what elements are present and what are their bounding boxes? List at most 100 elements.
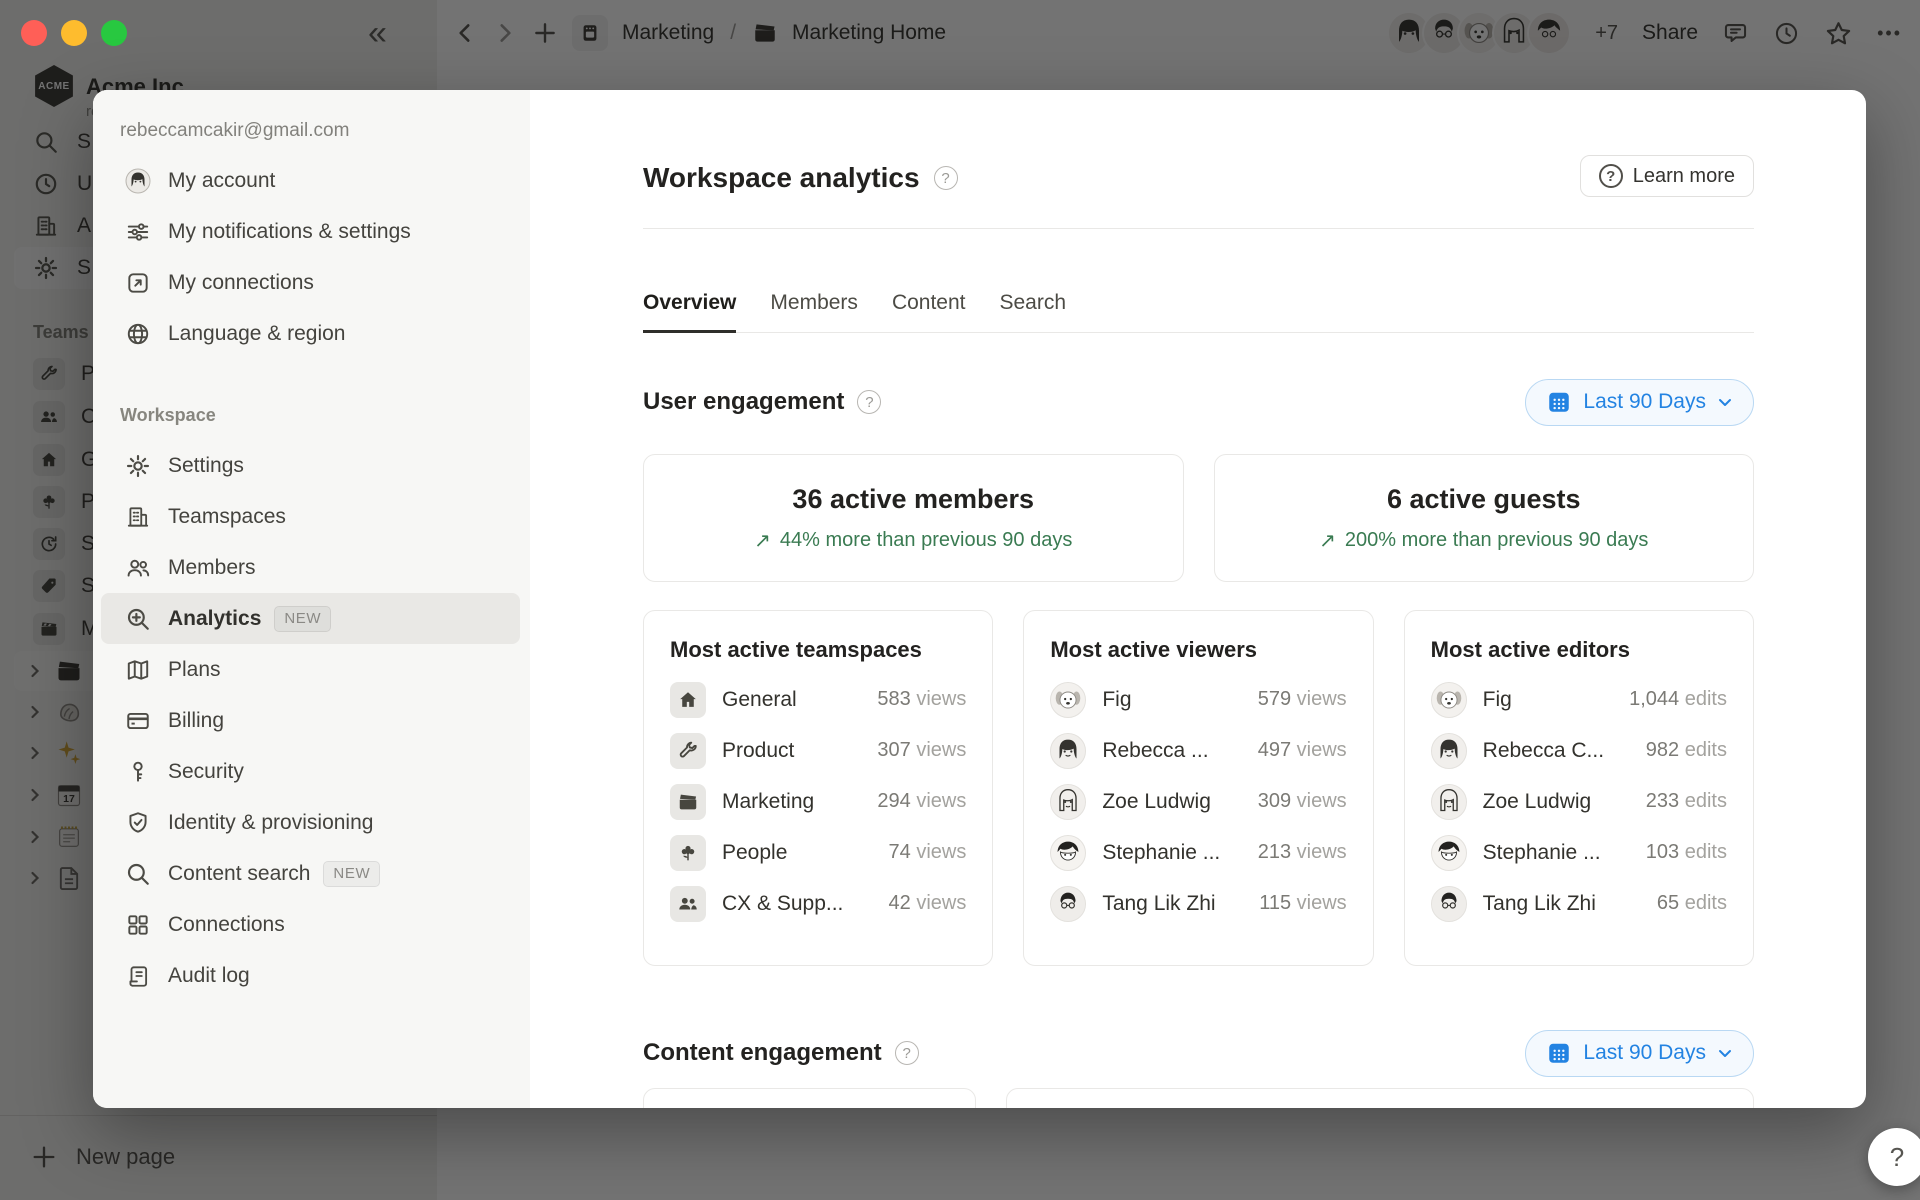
help-circle-icon[interactable]: ? <box>857 390 881 414</box>
gear-icon <box>125 453 151 479</box>
most-active-teamspaces-card: Most active teamspaces General 583 views… <box>643 610 993 966</box>
settings-item-language-region[interactable]: Language & region <box>101 308 520 359</box>
settings-item-analytics[interactable]: Analytics NEW <box>101 593 520 644</box>
building-icon <box>125 504 151 530</box>
avatar-woman-long-hair <box>1050 784 1086 820</box>
section-title: User engagement <box>643 388 844 416</box>
help-button[interactable]: ? <box>1868 1128 1920 1186</box>
settings-item-content-search[interactable]: Content search NEW <box>101 848 520 899</box>
clapperboard-icon <box>670 784 706 820</box>
tab-content[interactable]: Content <box>892 276 966 333</box>
list-item[interactable]: Zoe Ludwig 233 edits <box>1431 776 1727 827</box>
settings-item-audit-log[interactable]: Audit log <box>101 950 520 1001</box>
settings-item-settings[interactable]: Settings <box>101 440 520 491</box>
account-email: rebeccamcakir@gmail.com <box>120 120 349 142</box>
user-engagement-header: User engagement ? Last 90 Days <box>643 377 1754 427</box>
settings-item-members[interactable]: Members <box>101 542 520 593</box>
list-item[interactable]: General 583 views <box>670 674 966 725</box>
zoom-window-button[interactable] <box>101 20 127 46</box>
active-guests-value: 6 active guests <box>1387 484 1581 515</box>
settings-item-identity-provisioning[interactable]: Identity & provisioning <box>101 797 520 848</box>
settings-item-my-account[interactable]: My account <box>101 155 520 206</box>
avatar-woman <box>1431 733 1467 769</box>
list-item[interactable]: Tang Lik Zhi 65 edits <box>1431 878 1727 929</box>
learn-more-button[interactable]: ? Learn more <box>1580 155 1754 197</box>
page-title-row: Workspace analytics ? <box>643 162 958 194</box>
wrench-icon <box>670 733 706 769</box>
list-item[interactable]: Stephanie ... 213 views <box>1050 827 1346 878</box>
tab-overview[interactable]: Overview <box>643 276 736 333</box>
date-range-label: Last 90 Days <box>1583 1041 1706 1065</box>
list-item[interactable]: Product 307 views <box>670 725 966 776</box>
screen: ACME Acme Inc re S U A S Teams P C <box>0 0 1920 1200</box>
settings-item-plans[interactable]: Plans <box>101 644 520 695</box>
help-circle-icon: ? <box>1599 164 1623 188</box>
list-item[interactable]: Rebecca ... 497 views <box>1050 725 1346 776</box>
trend-up-icon: ↗ <box>1319 528 1336 553</box>
most-active-viewers-card: Most active viewers Fig 579 views Rebecc… <box>1023 610 1373 966</box>
user-avatar-icon <box>125 168 151 194</box>
settings-item-notifications[interactable]: My notifications & settings <box>101 206 520 257</box>
avatar-dog <box>1050 682 1086 718</box>
shield-check-icon <box>125 810 151 836</box>
list-item[interactable]: Tang Lik Zhi 115 views <box>1050 878 1346 929</box>
header-divider <box>643 228 1754 229</box>
list-item[interactable]: People 74 views <box>670 827 966 878</box>
settings-item-my-connections[interactable]: My connections <box>101 257 520 308</box>
section-title: Content engagement <box>643 1039 882 1067</box>
avatar-woman <box>1050 733 1086 769</box>
list-item[interactable]: Fig 1,044 edits <box>1431 674 1727 725</box>
date-range-dropdown[interactable]: Last 90 Days <box>1525 379 1754 426</box>
settings-sidebar: rebeccamcakir@gmail.com My account My no… <box>93 90 530 1108</box>
content-engagement-cards <box>643 1088 1754 1108</box>
settings-item-connections[interactable]: Connections <box>101 899 520 950</box>
analytics-tabs: Overview Members Content Search <box>643 276 1754 333</box>
list-item[interactable]: Stephanie ... 103 edits <box>1431 827 1727 878</box>
tab-search[interactable]: Search <box>1000 276 1067 333</box>
settings-item-billing[interactable]: Billing <box>101 695 520 746</box>
search-icon <box>125 861 151 887</box>
credit-card-icon <box>125 708 151 734</box>
account-settings-list: My account My notifications & settings M… <box>101 155 520 359</box>
active-members-delta: ↗ 44% more than previous 90 days <box>754 528 1072 553</box>
globe-icon <box>125 321 151 347</box>
date-range-dropdown[interactable]: Last 90 Days <box>1525 1030 1754 1077</box>
engagement-stats: 36 active members ↗ 44% more than previo… <box>643 454 1754 582</box>
list-item[interactable]: Fig 579 views <box>1050 674 1346 725</box>
trend-up-icon: ↗ <box>754 528 771 553</box>
calendar-icon <box>1546 389 1572 415</box>
list-item[interactable]: Rebecca C... 982 edits <box>1431 725 1727 776</box>
close-window-button[interactable] <box>21 20 47 46</box>
list-item[interactable]: Zoe Ludwig 309 views <box>1050 776 1346 827</box>
arrow-up-right-square-icon <box>125 270 151 296</box>
minimize-window-button[interactable] <box>61 20 87 46</box>
house-icon <box>670 682 706 718</box>
avatar-glasses <box>1431 886 1467 922</box>
date-range-label: Last 90 Days <box>1583 390 1706 414</box>
active-members-card: 36 active members ↗ 44% more than previo… <box>643 454 1184 582</box>
avatar-dog <box>1431 682 1467 718</box>
settings-item-security[interactable]: Security <box>101 746 520 797</box>
settings-content: Workspace analytics ? ? Learn more Overv… <box>530 90 1866 1108</box>
help-circle-icon[interactable]: ? <box>934 166 958 190</box>
chevron-down-icon <box>1717 394 1733 410</box>
card-title: Most active viewers <box>1050 637 1346 663</box>
sliders-icon <box>125 219 151 245</box>
content-card-partial <box>643 1088 976 1108</box>
tab-members[interactable]: Members <box>770 276 858 333</box>
grid-icon <box>125 912 151 938</box>
active-guests-card: 6 active guests ↗ 200% more than previou… <box>1214 454 1755 582</box>
content-engagement-header: Content engagement ? Last 90 Days <box>643 1028 1754 1078</box>
settings-item-teamspaces[interactable]: Teamspaces <box>101 491 520 542</box>
list-item[interactable]: Marketing 294 views <box>670 776 966 827</box>
active-members-value: 36 active members <box>792 484 1034 515</box>
workspace-settings-list: Settings Teamspaces Members Analytics NE… <box>101 440 520 1001</box>
chevron-down-icon <box>1717 1045 1733 1061</box>
calendar-icon <box>1546 1040 1572 1066</box>
analytics-search-icon <box>125 606 151 632</box>
new-badge: NEW <box>274 606 331 632</box>
settings-modal: rebeccamcakir@gmail.com My account My no… <box>93 90 1866 1108</box>
avatar-glasses <box>1050 886 1086 922</box>
list-item[interactable]: CX & Supp... 42 views <box>670 878 966 929</box>
help-circle-icon[interactable]: ? <box>895 1041 919 1065</box>
